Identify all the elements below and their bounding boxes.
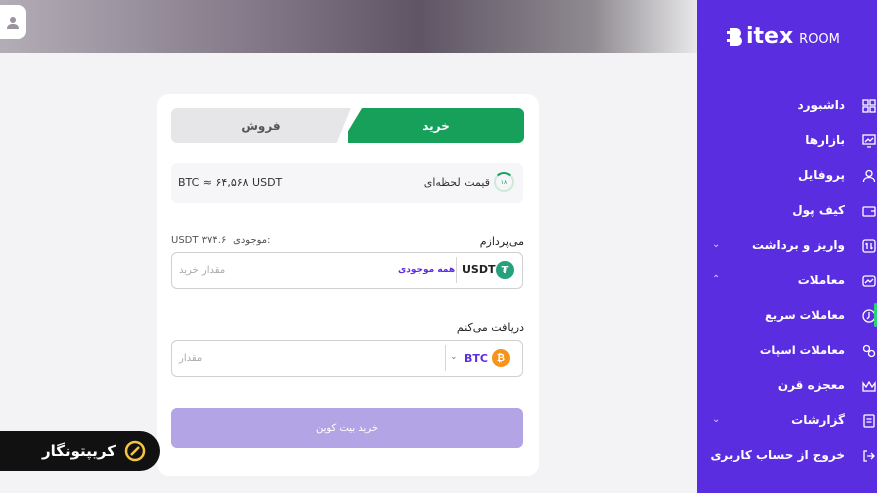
pay-amount-input[interactable]: مقدار خرید [179,265,225,276]
grid-icon [861,98,877,114]
tab-sell-label: فروش [241,118,281,133]
watermark-badge: کریپتونگار [0,431,160,471]
top-bar [0,0,697,53]
refresh-timer-icon: ۱۸ [494,172,514,192]
sidebar-item-miracle-century[interactable]: معجزه قرن [778,378,845,392]
wallet-icon [861,203,877,219]
sidebar-item-logout[interactable]: خروج از حساب کاربری [710,448,845,462]
tab-buy-label: خرید [422,118,450,133]
crown-icon [861,378,877,394]
tab-sell[interactable]: فروش [171,108,351,143]
watermark-logo-icon [124,440,146,462]
receive-label: دریافت می‌کنم [456,321,524,334]
timer-value: ۱۸ [500,178,508,186]
balance-value: USDT ۳۷۴.۶ [171,235,227,246]
chevron-up-icon[interactable]: ⌃ [712,274,720,285]
chevron-down-icon[interactable]: ⌄ [712,414,720,425]
chevron-down-icon[interactable]: ⌄ [712,239,720,250]
btc-icon: ₿ [492,349,510,367]
balance-label: موجودی: [233,235,271,246]
price-value: BTC ≈ ۶۴,۵۶۸ USDT [178,176,283,189]
sidebar-item-dashboard[interactable]: داشبورد [797,98,845,112]
sidebar-item-trades[interactable]: معاملات [798,273,845,287]
chevron-down-icon[interactable]: ⌄ [450,352,458,362]
sidebar-item-spot-trades[interactable]: معاملات اسپات [760,343,845,357]
price-label: قیمت لحظه‌ای [423,176,490,189]
chart-icon [861,133,877,149]
logout-icon [861,448,877,464]
field-divider [456,257,457,283]
logo-mark-icon [727,27,742,46]
sidebar-item-markets[interactable]: بازارها [805,133,845,147]
report-icon [861,413,877,429]
user-icon [861,168,877,184]
sidebar-item-reports[interactable]: گزارشات [791,413,845,427]
sidebar-item-quick-trades[interactable]: معاملات سریع [765,308,845,322]
receive-currency-label[interactable]: BTC [464,352,488,365]
usdt-icon: ₮ [496,261,514,279]
tab-buy[interactable]: خرید [348,108,524,143]
bitex-room-logo[interactable]: itex ROOM [726,24,840,49]
sidebar-item-deposit-withdraw[interactable]: واریز و برداشت [752,238,845,252]
buy-bitcoin-label: خرید بیت کوین [315,422,379,434]
watermark-text: کریپتونگار [42,442,116,460]
buy-bitcoin-button[interactable]: خرید بیت کوین [171,408,523,448]
pay-label: می‌پردازم [479,235,524,248]
logo-main-text: itex [746,24,794,49]
user-avatar-icon [7,17,19,29]
spot-icon [861,343,877,359]
trade-icon [861,273,877,289]
logo-sub-text: ROOM [799,32,840,47]
all-balance-button[interactable]: همه موجودی [398,265,455,275]
sidebar-item-wallet[interactable]: کیف پول [792,203,845,217]
pay-currency-label: USDT [462,263,496,276]
sidebar-item-profile[interactable]: پروفایل [798,168,845,182]
field-divider-2 [445,345,446,371]
transfer-icon [861,238,877,254]
receive-amount-input[interactable]: مقدار [179,353,202,364]
profile-button[interactable] [0,5,26,39]
